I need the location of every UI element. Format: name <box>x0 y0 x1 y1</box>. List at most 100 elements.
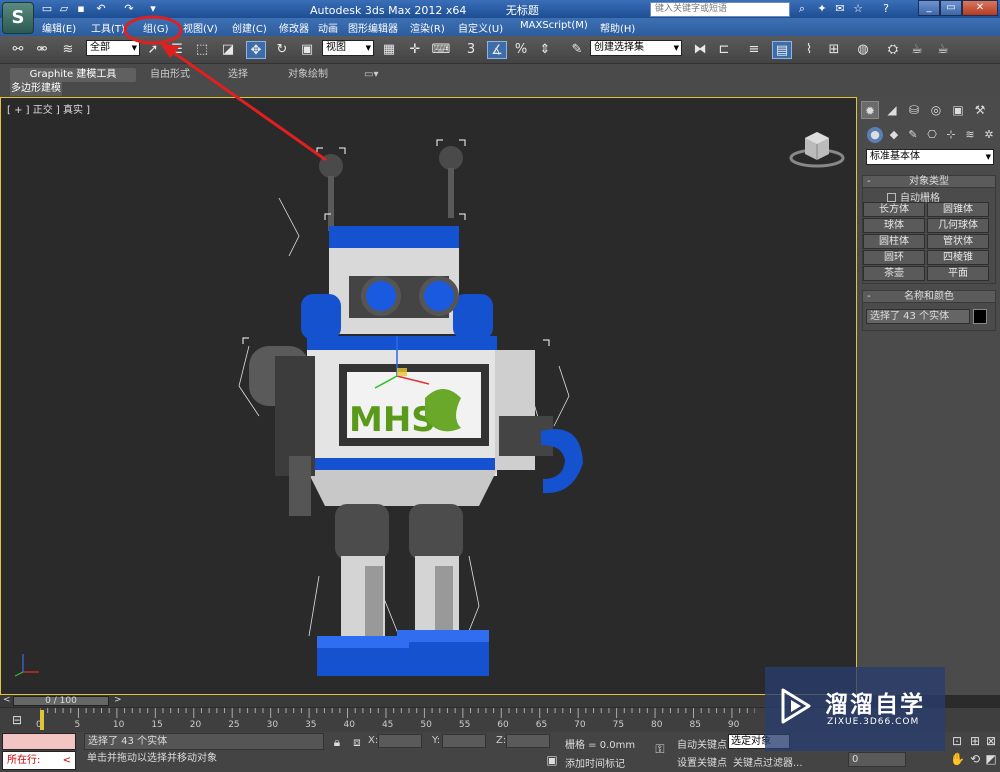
cameras-icon[interactable]: ⎔ <box>924 127 940 143</box>
schematic-view-icon[interactable]: ⊞ <box>824 41 844 59</box>
zoom-extents-icon[interactable]: ⊡ <box>950 734 964 748</box>
rendered-frame-icon[interactable]: ☕ <box>907 41 927 59</box>
motion-tab-icon[interactable]: ◎ <box>927 101 945 119</box>
name-and-color-rollout[interactable]: - 名称和颜色 <box>862 290 996 303</box>
bind-space-warp-icon[interactable]: ≋ <box>58 41 78 59</box>
menu-modifiers[interactable]: 修改器 <box>279 20 309 35</box>
unlink-icon[interactable]: ⚮ <box>32 41 52 59</box>
named-selection-sets-dropdown[interactable]: 创建选择集 <box>590 40 682 56</box>
edit-named-selection-icon[interactable]: ✎ <box>567 41 587 59</box>
add-time-tag[interactable]: 添加时间标记 <box>565 755 625 770</box>
current-time-marker[interactable] <box>40 710 44 730</box>
select-and-move-icon[interactable]: ✥ <box>246 41 266 59</box>
zoom-all-icon[interactable]: ⊞ <box>968 734 982 748</box>
communication-icon[interactable]: ✉ <box>832 1 848 17</box>
maxscript-listener[interactable] <box>2 733 76 750</box>
menu-edit[interactable]: 编辑(E) <box>42 20 76 35</box>
set-key-icon[interactable]: ⚿ <box>650 742 670 757</box>
box-button[interactable]: 长方体 <box>863 202 925 217</box>
open-file-icon[interactable]: ▱ <box>57 2 71 15</box>
running-line[interactable]: 所在行: < <box>2 751 76 770</box>
x-coordinate-field[interactable] <box>378 734 422 748</box>
menu-customize[interactable]: 自定义(U) <box>458 20 503 35</box>
keyboard-shortcut-override-icon[interactable]: ⌨ <box>431 41 451 59</box>
binoculars-icon[interactable]: ⌕ <box>794 1 810 17</box>
object-color-swatch[interactable] <box>973 309 987 324</box>
tab-graphite-modeling[interactable]: Graphite 建模工具 <box>10 68 136 82</box>
render-setup-icon[interactable]: ⛭ <box>883 41 903 59</box>
helpers-icon[interactable]: ⊹ <box>943 127 959 143</box>
layer-manager-icon[interactable]: ≡ <box>744 41 764 59</box>
track-bar-ruler[interactable]: 0 5 10 15 20 25 30 35 40 45 50 55 60 65 70 75 80 85 90 <box>36 708 755 732</box>
menu-tools[interactable]: 工具(T) <box>91 20 125 35</box>
lock-selection-icon[interactable]: 🔒︎ <box>330 735 344 750</box>
geometry-icon[interactable]: ● <box>867 127 883 143</box>
robot-model[interactable]: MHS <box>229 136 609 676</box>
pan-view-icon[interactable]: ✋ <box>950 752 965 766</box>
object-name-field[interactable]: 选择了 43 个实体 <box>866 309 970 324</box>
tab-selection[interactable]: 选择 <box>228 68 248 82</box>
material-editor-icon[interactable]: ◍ <box>853 41 873 59</box>
select-and-rotate-icon[interactable]: ↻ <box>272 41 292 59</box>
systems-icon[interactable]: ✲ <box>981 127 997 143</box>
quick-access-dropdown-icon[interactable]: ▾ <box>146 2 160 15</box>
menu-group[interactable]: 组(G) <box>143 20 169 35</box>
subscription-icon[interactable]: ✦ <box>814 1 830 17</box>
sphere-button[interactable]: 球体 <box>863 218 925 233</box>
menu-views[interactable]: 视图(V) <box>183 20 218 35</box>
time-next-icon[interactable]: > <box>114 695 122 705</box>
space-warps-icon[interactable]: ≋ <box>962 127 978 143</box>
select-and-link-icon[interactable]: ⚯ <box>8 41 28 59</box>
tab-freeform[interactable]: 自由形式 <box>150 68 190 82</box>
select-and-manipulate-icon[interactable]: ✛ <box>405 41 425 59</box>
render-production-icon[interactable]: ☕ <box>933 41 953 59</box>
reference-coordinate-dropdown[interactable]: 视图 <box>322 40 374 56</box>
pyramid-button[interactable]: 四棱锥 <box>927 250 989 265</box>
minimize-button[interactable]: _ <box>918 0 940 16</box>
object-type-rollout[interactable]: - 对象类型 <box>862 175 996 188</box>
set-key-button[interactable]: 设置关键点 <box>677 754 727 769</box>
curve-editor-icon[interactable]: ⌇ <box>799 41 819 59</box>
time-slider[interactable]: 0 / 100 <box>13 696 109 706</box>
modify-tab-icon[interactable]: ◢ <box>883 101 901 119</box>
plane-button[interactable]: 平面 <box>927 266 989 281</box>
time-prev-icon[interactable]: < <box>3 695 11 705</box>
lights-icon[interactable]: ✎ <box>905 127 921 143</box>
menu-rendering[interactable]: 渲染(R) <box>410 20 445 35</box>
selection-filter-dropdown[interactable]: 全部 <box>86 40 140 56</box>
mini-curve-editor-icon[interactable]: ⊟ <box>10 713 24 727</box>
undo-icon[interactable]: ↶ <box>94 2 108 15</box>
cylinder-button[interactable]: 圆柱体 <box>863 234 925 249</box>
polygon-modeling-panel[interactable]: 多边形建模 <box>10 82 62 96</box>
favorites-icon[interactable]: ☆ <box>850 1 866 17</box>
tube-button[interactable]: 管状体 <box>927 234 989 249</box>
viewport-label[interactable]: [ + ] 正交 ] 真实 ] <box>7 101 90 116</box>
orbit-icon[interactable]: ⟲ <box>968 752 982 766</box>
menu-animation[interactable]: 动画 <box>318 20 338 35</box>
graphite-toggle-icon[interactable]: ▤ <box>772 41 792 59</box>
menu-graph-editors[interactable]: 图形编辑器 <box>348 20 398 35</box>
category-dropdown[interactable]: 标准基本体 <box>866 149 994 165</box>
teapot-button[interactable]: 茶壶 <box>863 266 925 281</box>
ribbon-options-icon[interactable]: ▭▾ <box>364 68 378 82</box>
cone-button[interactable]: 圆锥体 <box>927 202 989 217</box>
window-crossing-icon[interactable]: ◪ <box>218 41 238 59</box>
select-by-name-icon[interactable]: ☰ <box>167 41 187 59</box>
torus-button[interactable]: 圆环 <box>863 250 925 265</box>
rectangular-selection-icon[interactable]: ⬚ <box>192 41 212 59</box>
snap-3d-icon[interactable]: 3 <box>461 41 481 59</box>
absolute-mode-icon[interactable]: ⧈ <box>350 735 364 750</box>
align-icon[interactable]: ⊏ <box>714 41 734 59</box>
geosphere-button[interactable]: 几何球体 <box>927 218 989 233</box>
search-input[interactable]: 键入关键字或短语 <box>650 2 790 17</box>
auto-key-button[interactable]: 自动关键点 <box>677 736 727 751</box>
close-button[interactable]: ✕ <box>962 0 998 16</box>
select-object-icon[interactable]: ➚ <box>143 41 163 59</box>
create-tab-icon[interactable]: ✹ <box>861 101 879 119</box>
percent-snap-icon[interactable]: % <box>511 41 531 59</box>
pivot-center-icon[interactable]: ▦ <box>379 41 399 59</box>
menu-help[interactable]: 帮助(H) <box>600 20 635 35</box>
hierarchy-tab-icon[interactable]: ⛁ <box>905 101 923 119</box>
y-coordinate-field[interactable] <box>442 734 486 748</box>
save-icon[interactable]: ▪ <box>74 2 88 15</box>
